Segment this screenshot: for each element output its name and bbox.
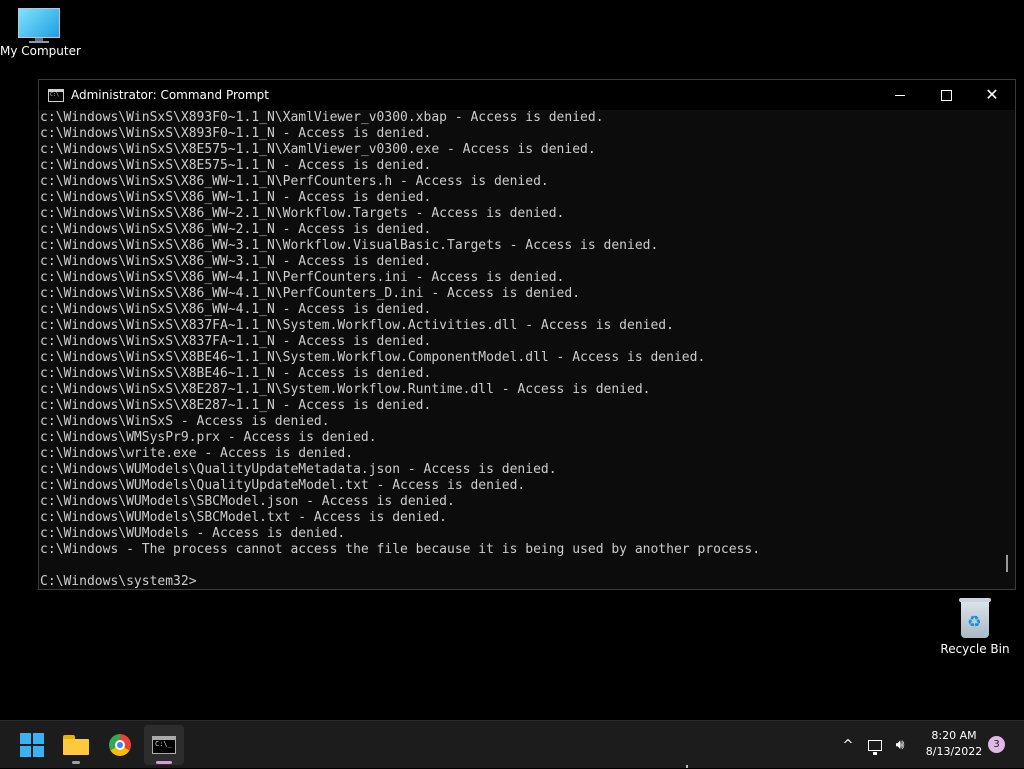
show-hidden-icons-button[interactable]: ^	[838, 721, 858, 769]
network-button[interactable]	[864, 721, 886, 769]
minimize-icon	[895, 94, 905, 96]
windows-logo-icon	[20, 733, 44, 757]
window-titlebar[interactable]: Administrator: Command Prompt ✕	[39, 80, 1015, 110]
console-line: c:\Windows\WUModels\SBCModel.json - Acce…	[40, 494, 455, 509]
volume-button[interactable]: 🔊︎	[889, 721, 911, 769]
console-line: c:\Windows\WinSxS\X86_WW~1.1_N\PerfCount…	[40, 174, 549, 189]
console-line: c:\Windows\WUModels\SBCModel.txt - Acces…	[40, 510, 447, 525]
speaker-icon: 🔊︎	[895, 737, 905, 753]
console-line: c:\Windows\WinSxS\X86_WW~4.1_N\PerfCount…	[40, 286, 581, 301]
console-line: c:\Windows\WinSxS\X86_WW~2.1_N\Workflow.…	[40, 206, 565, 221]
close-icon: ✕	[985, 85, 999, 104]
console-line: c:\Windows\WinSxS\X837FA~1.1_N\System.Wo…	[40, 318, 674, 333]
my-computer-desktop-icon[interactable]: My Computer	[0, 8, 81, 58]
network-icon	[868, 739, 882, 755]
start-button[interactable]	[12, 725, 52, 765]
chrome-icon	[109, 734, 131, 756]
console-line: c:\Windows\WUModels - Access is denied.	[40, 526, 346, 541]
chrome-button[interactable]	[100, 725, 140, 765]
console-line: c:\Windows\WinSxS\X8E287~1.1_N\System.Wo…	[40, 382, 651, 397]
window-title: Administrator: Command Prompt	[71, 88, 269, 102]
console-line: c:\Windows\WinSxS\X8BE46~1.1_N\System.Wo…	[40, 350, 706, 365]
close-button[interactable]: ✕	[969, 80, 1015, 110]
console-line: c:\Windows\WMSysPr9.prx - Access is deni…	[40, 430, 377, 445]
command-prompt-icon	[48, 88, 64, 102]
scrollbar-thumb[interactable]	[1006, 555, 1008, 572]
clock-date: 8/13/2022	[925, 745, 983, 758]
recycle-bin-label: Recycle Bin	[940, 642, 1010, 656]
clock[interactable]: 8:20 AM 8/13/2022	[918, 728, 990, 760]
console-line: c:\Windows\WinSxS\X86_WW~3.1_N - Access …	[40, 254, 432, 269]
console-line: c:\Windows\WUModels\QualityUpdateMetadat…	[40, 462, 557, 477]
console-output[interactable]: c:\Windows\WinSxS\X893F0~1.1_N\XamlViewe…	[39, 110, 998, 589]
console-line: c:\Windows\WUModels\QualityUpdateModel.t…	[40, 478, 526, 493]
console-line: c:\Windows\WinSxS\X86_WW~1.1_N - Access …	[40, 190, 432, 205]
folder-icon	[63, 735, 89, 755]
maximize-icon	[940, 89, 952, 101]
maximize-button[interactable]	[923, 80, 969, 110]
running-indicator	[72, 761, 80, 764]
recycle-bin-desktop-icon[interactable]: ♻ Recycle Bin	[938, 596, 1012, 656]
command-prompt-window[interactable]: Administrator: Command Prompt ✕ c:\Windo…	[38, 79, 1016, 590]
console-line: c:\Windows\WinSxS\X86_WW~4.1_N\PerfCount…	[40, 270, 565, 285]
console-line: c:\Windows\write.exe - Access is denied.	[40, 446, 354, 461]
console-line: C:\Windows\system32>	[40, 574, 197, 589]
console-line: c:\Windows\WinSxS\X86_WW~2.1_N - Access …	[40, 222, 432, 237]
clock-time: 8:20 AM	[931, 729, 977, 742]
console-line: c:\Windows\WinSxS\X837FA~1.1_N - Access …	[40, 334, 432, 349]
chevron-up-icon: ^	[842, 737, 854, 753]
console-line: c:\Windows\WinSxS\X8BE46~1.1_N - Access …	[40, 366, 432, 381]
active-indicator	[156, 761, 172, 764]
console-line: c:\Windows\WinSxS\X86_WW~3.1_N\Workflow.…	[40, 238, 659, 253]
console-line: c:\Windows\WinSxS\X8E287~1.1_N - Access …	[40, 398, 432, 413]
console-line: c:\Windows\WinSxS\X86_WW~4.1_N - Access …	[40, 302, 432, 317]
my-computer-label: My Computer	[0, 44, 81, 58]
minimize-button[interactable]	[877, 80, 923, 110]
file-explorer-button[interactable]	[56, 725, 96, 765]
command-prompt-taskbar-button[interactable]	[144, 725, 184, 765]
console-line: c:\Windows\WinSxS\X893F0~1.1_N - Access …	[40, 126, 432, 141]
console-line: c:\Windows\WinSxS\X893F0~1.1_N\XamlViewe…	[40, 110, 604, 125]
recycle-bin-icon: ♻	[957, 596, 993, 640]
terminal-icon	[152, 736, 176, 754]
console-line: c:\Windows - The process cannot access t…	[40, 542, 761, 557]
vertical-scrollbar[interactable]	[998, 110, 1015, 589]
taskbar: ^ 🔊︎ 8:20 AM 8/13/2022 3	[0, 720, 1024, 768]
console-line: c:\Windows\WinSxS\X8E575~1.1_N\XamlViewe…	[40, 142, 596, 157]
console-line: c:\Windows\WinSxS - Access is denied.	[40, 414, 330, 429]
console-line: c:\Windows\WinSxS\X8E575~1.1_N - Access …	[40, 158, 432, 173]
computer-icon	[18, 8, 60, 43]
notification-badge[interactable]: 3	[988, 736, 1005, 753]
